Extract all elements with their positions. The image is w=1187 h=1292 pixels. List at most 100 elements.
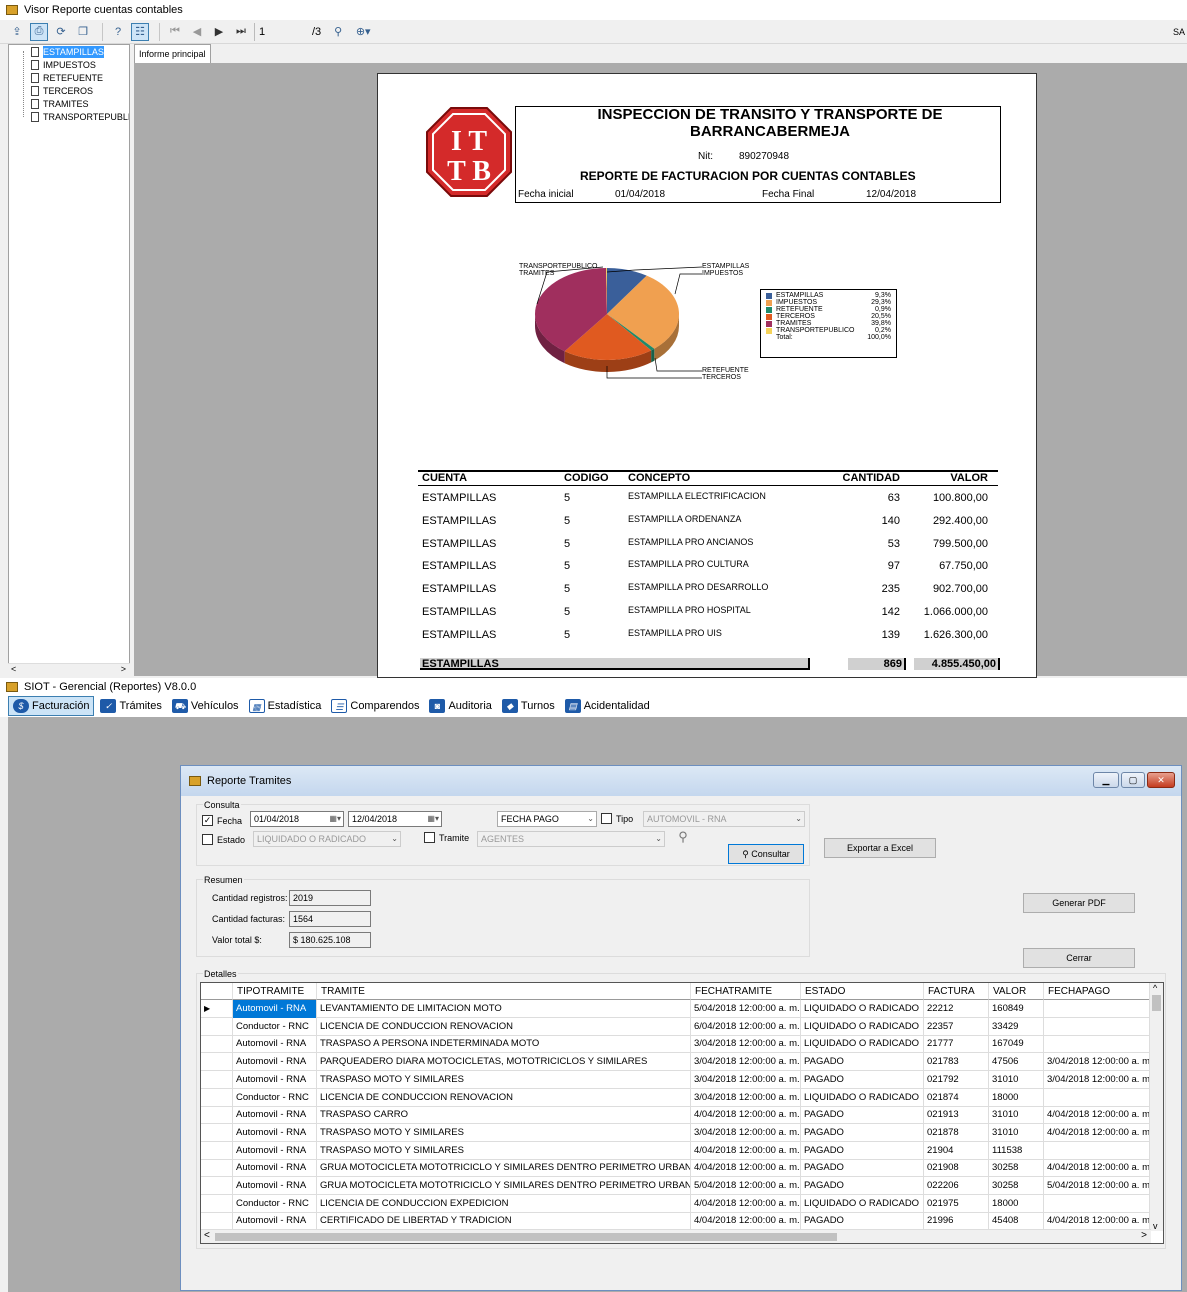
menu-tramites[interactable]: ✓ Trámites: [96, 696, 165, 716]
cell-fechapago[interactable]: [1044, 1088, 1151, 1107]
cell-fechatramite[interactable]: 5/04/2018 12:00:00 a. m.: [691, 1177, 801, 1195]
row-header[interactable]: [201, 1194, 233, 1213]
tree-item-terceros[interactable]: TERCEROS: [31, 85, 129, 97]
cell-fechatramite[interactable]: 3/04/2018 12:00:00 a. m.: [691, 1123, 801, 1142]
scroll-left-arrow[interactable]: <: [11, 664, 16, 674]
cell-tipotramite[interactable]: Automovil - RNA: [233, 1212, 317, 1231]
export-icon[interactable]: ⇪: [8, 23, 26, 41]
fecha-desde-picker[interactable]: 01/04/2018 ▦▾: [250, 811, 344, 827]
cell-factura[interactable]: 021874: [924, 1088, 989, 1107]
cell-factura[interactable]: 021878: [924, 1123, 989, 1142]
cell-tipotramite[interactable]: Conductor - RNC: [233, 1017, 317, 1036]
prev-page-icon[interactable]: ◀: [188, 23, 206, 41]
menu-facturacion[interactable]: $ Facturación: [8, 696, 95, 716]
cell-factura[interactable]: 021913: [924, 1106, 989, 1125]
cell-fechapago[interactable]: 3/04/2018 12:00:00 a. m.: [1044, 1053, 1151, 1072]
header-tipotramite[interactable]: TIPOTRAMITE: [233, 983, 317, 1000]
table-row[interactable]: Automovil - RNA TRASPASO A PERSONA INDETE…: [201, 1035, 1151, 1054]
cell-factura[interactable]: 21904: [924, 1141, 989, 1160]
estado-checkbox[interactable]: [202, 834, 213, 845]
header-fechapago[interactable]: FECHAPAGO: [1044, 983, 1151, 1000]
group-tree-icon[interactable]: ☷: [131, 22, 149, 41]
menu-acidentalidad[interactable]: ▤ Acidentalidad: [561, 696, 654, 716]
cell-estado[interactable]: PAGADO: [801, 1106, 924, 1125]
cell-fechatramite[interactable]: 4/04/2018 12:00:00 a. m.: [691, 1194, 801, 1213]
header-tramite[interactable]: TRAMITE: [317, 983, 691, 1000]
cell-tramite[interactable]: TRASPASO A PERSONA INDETERMINADA MOTO: [317, 1035, 691, 1054]
cell-factura[interactable]: 22212: [924, 1000, 989, 1018]
cell-fechapago[interactable]: 4/04/2018 12:00:00 a. m.: [1044, 1123, 1151, 1142]
scroll-thumb[interactable]: [215, 1233, 837, 1241]
cell-tramite[interactable]: CERTIFICADO DE LIBERTAD Y TRADICION: [317, 1212, 691, 1231]
cell-fechapago[interactable]: 4/04/2018 12:00:00 a. m.: [1044, 1212, 1151, 1231]
row-header[interactable]: [201, 1035, 233, 1054]
cell-fechatramite[interactable]: 4/04/2018 12:00:00 a. m.: [691, 1212, 801, 1231]
cell-fechapago[interactable]: [1044, 1000, 1151, 1018]
table-row[interactable]: Conductor - RNC LICENCIA DE CONDUCCION RE…: [201, 1088, 1151, 1107]
cell-tipotramite[interactable]: Automovil - RNA: [233, 1035, 317, 1054]
header-estado[interactable]: ESTADO: [801, 983, 924, 1000]
copy-icon[interactable]: ❐: [74, 23, 92, 41]
cell-fechatramite[interactable]: 3/04/2018 12:00:00 a. m.: [691, 1053, 801, 1072]
cell-factura[interactable]: 21996: [924, 1212, 989, 1231]
cell-estado[interactable]: LIQUIDADO O RADICADO: [801, 1035, 924, 1054]
next-page-icon[interactable]: ▶: [210, 23, 228, 41]
cell-fechapago[interactable]: [1044, 1035, 1151, 1054]
cell-estado[interactable]: PAGADO: [801, 1053, 924, 1072]
minimize-button[interactable]: ▁: [1093, 772, 1119, 788]
cell-tramite[interactable]: GRUA MOTOCICLETA MOTOTRICICLO Y SIMILARE…: [317, 1159, 691, 1178]
cell-estado[interactable]: PAGADO: [801, 1123, 924, 1142]
header-fechatramite[interactable]: FECHATRAMITE: [691, 983, 801, 1000]
table-row[interactable]: Automovil - RNA TRASPASO MOTO Y SIMILARES…: [201, 1123, 1151, 1142]
maximize-button[interactable]: ▢: [1121, 772, 1145, 788]
cell-factura[interactable]: 021792: [924, 1070, 989, 1089]
cell-tramite[interactable]: TRASPASO MOTO Y SIMILARES: [317, 1123, 691, 1142]
calendar-icon[interactable]: ▦▾: [329, 812, 341, 826]
table-row[interactable]: Automovil - RNA CERTIFICADO DE LIBERTAD Y…: [201, 1212, 1151, 1231]
cell-tipotramite[interactable]: Conductor - RNC: [233, 1194, 317, 1213]
cell-factura[interactable]: 022206: [924, 1177, 989, 1195]
row-header[interactable]: [201, 1053, 233, 1072]
menu-estadistica[interactable]: ▦ Estadística: [245, 696, 326, 716]
table-row[interactable]: Conductor - RNC LICENCIA DE CONDUCCION EX…: [201, 1194, 1151, 1213]
fecha-hasta-picker[interactable]: 12/04/2018 ▦▾: [348, 811, 442, 827]
tipo-select[interactable]: AUTOMOVIL - RNA ⌄: [643, 811, 805, 827]
cell-tipotramite[interactable]: Automovil - RNA: [233, 1053, 317, 1072]
refresh-icon[interactable]: ⟳: [52, 23, 70, 41]
scroll-right-arrow[interactable]: >: [121, 664, 126, 674]
tree-item-transportepublico[interactable]: TRANSPORTEPUBLICO: [31, 111, 129, 123]
cell-valor[interactable]: 111538: [989, 1141, 1044, 1160]
close-button[interactable]: ✕: [1147, 772, 1175, 788]
cell-factura[interactable]: 021975: [924, 1194, 989, 1213]
cell-estado[interactable]: PAGADO: [801, 1070, 924, 1089]
cell-tramite[interactable]: TRASPASO MOTO Y SIMILARES: [317, 1141, 691, 1160]
cell-valor[interactable]: 18000: [989, 1088, 1044, 1107]
cell-valor[interactable]: 30258: [989, 1177, 1044, 1195]
cell-factura[interactable]: 021783: [924, 1053, 989, 1072]
tipo-checkbox[interactable]: [601, 813, 612, 824]
help-icon[interactable]: ?: [109, 23, 127, 41]
cell-tramite[interactable]: LICENCIA DE CONDUCCION RENOVACION: [317, 1017, 691, 1036]
cell-estado[interactable]: PAGADO: [801, 1212, 924, 1231]
cell-valor[interactable]: 31010: [989, 1106, 1044, 1125]
header-factura[interactable]: FACTURA: [924, 983, 989, 1000]
row-header[interactable]: ▶: [201, 1000, 233, 1018]
table-row[interactable]: Automovil - RNA TRASPASO CARRO 4/04/2018 1…: [201, 1106, 1151, 1125]
cell-tipotramite[interactable]: Automovil - RNA: [233, 1177, 317, 1195]
tree-item-impuestos[interactable]: IMPUESTOS: [31, 59, 129, 71]
cell-valor[interactable]: 167049: [989, 1035, 1044, 1054]
cell-fechatramite[interactable]: 3/04/2018 12:00:00 a. m.: [691, 1035, 801, 1054]
cell-fechapago[interactable]: [1044, 1017, 1151, 1036]
cell-tipotramite[interactable]: Conductor - RNC: [233, 1088, 317, 1107]
cell-fechatramite[interactable]: 4/04/2018 12:00:00 a. m.: [691, 1106, 801, 1125]
binoculars-icon[interactable]: ⚲: [329, 23, 347, 41]
cell-fechatramite[interactable]: 6/04/2018 12:00:00 a. m.: [691, 1017, 801, 1036]
cell-tramite[interactable]: TRASPASO MOTO Y SIMILARES: [317, 1070, 691, 1089]
cell-estado[interactable]: PAGADO: [801, 1141, 924, 1160]
grid-hscrollbar[interactable]: < >: [201, 1229, 1151, 1243]
menu-auditoria[interactable]: ◙ Auditoria: [425, 696, 495, 716]
cell-estado[interactable]: LIQUIDADO O RADICADO: [801, 1088, 924, 1107]
cell-fechapago[interactable]: [1044, 1141, 1151, 1160]
estado-select[interactable]: LIQUIDADO O RADICADO ⌄: [253, 831, 401, 847]
header-valor[interactable]: VALOR: [989, 983, 1044, 1000]
